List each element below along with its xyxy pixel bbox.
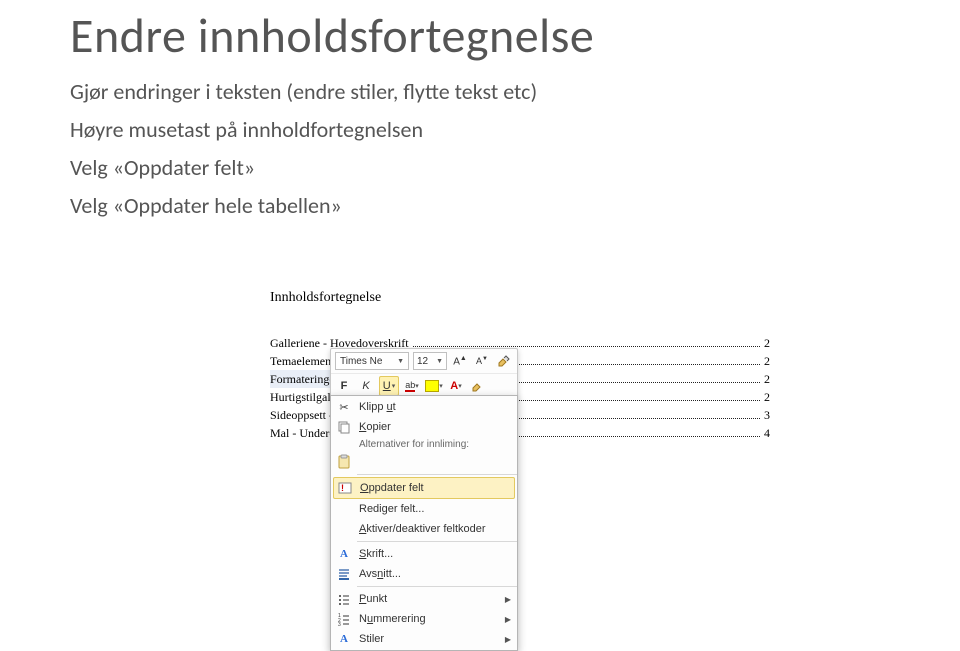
slide: Endre innholdsfortegnelse Gjør endringer… (0, 0, 960, 223)
clipboard-icon (335, 454, 353, 470)
chevron-down-icon: ▾ (458, 382, 462, 390)
chevron-down-icon: ▾ (392, 382, 396, 390)
chevron-right-icon: ▶ (505, 595, 511, 604)
context-menu: ✂ Klipp ut Kopier Alternativer for innli… (330, 395, 518, 651)
menu-toggle-field-codes[interactable]: Aktiver/deaktiver feltkoder (331, 519, 517, 539)
toc-row-page: 2 (764, 388, 770, 406)
menu-update-field[interactable]: ! Oppdater felt (333, 477, 515, 499)
svg-text:!: ! (341, 483, 344, 493)
chevron-down-icon: ▼ (436, 358, 443, 365)
menu-numbering[interactable]: 123 Nummerering ▶ (331, 609, 517, 629)
toc-row-page: 2 (764, 334, 770, 352)
font-color-icon: A (450, 380, 458, 392)
menu-styles[interactable]: A Stiler ▶ (331, 629, 517, 649)
chevron-down-icon: ▼ (397, 358, 404, 365)
more-button[interactable] (469, 377, 487, 395)
chevron-right-icon: ▶ (505, 635, 511, 644)
font-color-button[interactable]: A▾ (447, 377, 465, 395)
copy-icon (335, 419, 353, 435)
toc-row-page: 2 (764, 352, 770, 370)
chevron-right-icon: ▶ (505, 615, 511, 624)
font-size-dropdown[interactable]: 12 ▼ (413, 352, 447, 370)
menu-separator (357, 474, 517, 475)
italic-button[interactable]: K (357, 377, 375, 395)
format-painter-button[interactable] (495, 352, 513, 370)
font-name-dropdown[interactable]: Times Ne ▼ (335, 352, 409, 370)
paintbrush-icon (497, 354, 511, 368)
update-field-icon: ! (336, 480, 354, 496)
menu-bullets[interactable]: Punkt ▶ (331, 589, 517, 609)
toc-row-page: 2 (764, 370, 770, 388)
numbering-icon: 123 (335, 611, 353, 627)
toc-heading: Innholdsfortegnelse (270, 290, 770, 306)
toc-leader-dots (413, 345, 760, 347)
blank-icon (335, 521, 353, 537)
menu-font[interactable]: A Skrift... (331, 544, 517, 564)
styles-icon: A (335, 631, 353, 647)
menu-cut[interactable]: ✂ Klipp ut (331, 397, 517, 417)
toc-row-page: 3 (764, 406, 770, 424)
slide-body: Gjør endringer i teksten (endre stiler, … (70, 75, 890, 223)
blank-icon (335, 501, 353, 517)
bullets-icon (335, 591, 353, 607)
font-name-value: Times Ne (340, 356, 382, 367)
mini-format-toolbar: Times Ne ▼ 12 ▼ A▲ A▼ F K U▾ ab▾ ▾ A▾ (330, 348, 518, 399)
body-line-4: Velg «Oppdater hele tabellen» (70, 189, 890, 223)
bold-button[interactable]: F (335, 377, 353, 395)
body-line-3: Velg «Oppdater felt» (70, 151, 890, 185)
text-highlight-color-button[interactable]: ▾ (425, 377, 443, 395)
menu-separator (357, 586, 517, 587)
chevron-down-icon: ▾ (415, 382, 419, 390)
body-line-1: Gjør endringer i teksten (endre stiler, … (70, 75, 890, 109)
highlight-button[interactable]: ab▾ (403, 377, 421, 395)
toc-row-page: 4 (764, 424, 770, 442)
font-size-value: 12 (417, 356, 428, 367)
underline-button[interactable]: U▾ (379, 376, 399, 396)
menu-separator (357, 541, 517, 542)
body-line-2: Høyre musetast på innholdfortegnelsen (70, 113, 890, 147)
svg-text:3: 3 (338, 622, 341, 626)
slide-title: Endre innholdsfortegnelse (70, 6, 890, 65)
menu-copy[interactable]: Kopier (331, 417, 517, 437)
highlight-swatch-icon (425, 380, 439, 392)
chevron-down-icon: ▾ (439, 382, 443, 390)
paragraph-icon (335, 566, 353, 582)
scissors-icon: ✂ (335, 399, 353, 415)
menu-paragraph[interactable]: Avsnitt... (331, 564, 517, 584)
menu-edit-field[interactable]: Rediger felt... (331, 499, 517, 519)
shrink-font-button[interactable]: A▼ (473, 352, 491, 370)
grow-font-button[interactable]: A▲ (451, 352, 469, 370)
menu-paste-option[interactable] (331, 452, 517, 472)
font-icon: A (335, 546, 353, 562)
paste-options-label: Alternativer for innliming: (331, 437, 517, 452)
paintbrush-icon (471, 379, 485, 393)
